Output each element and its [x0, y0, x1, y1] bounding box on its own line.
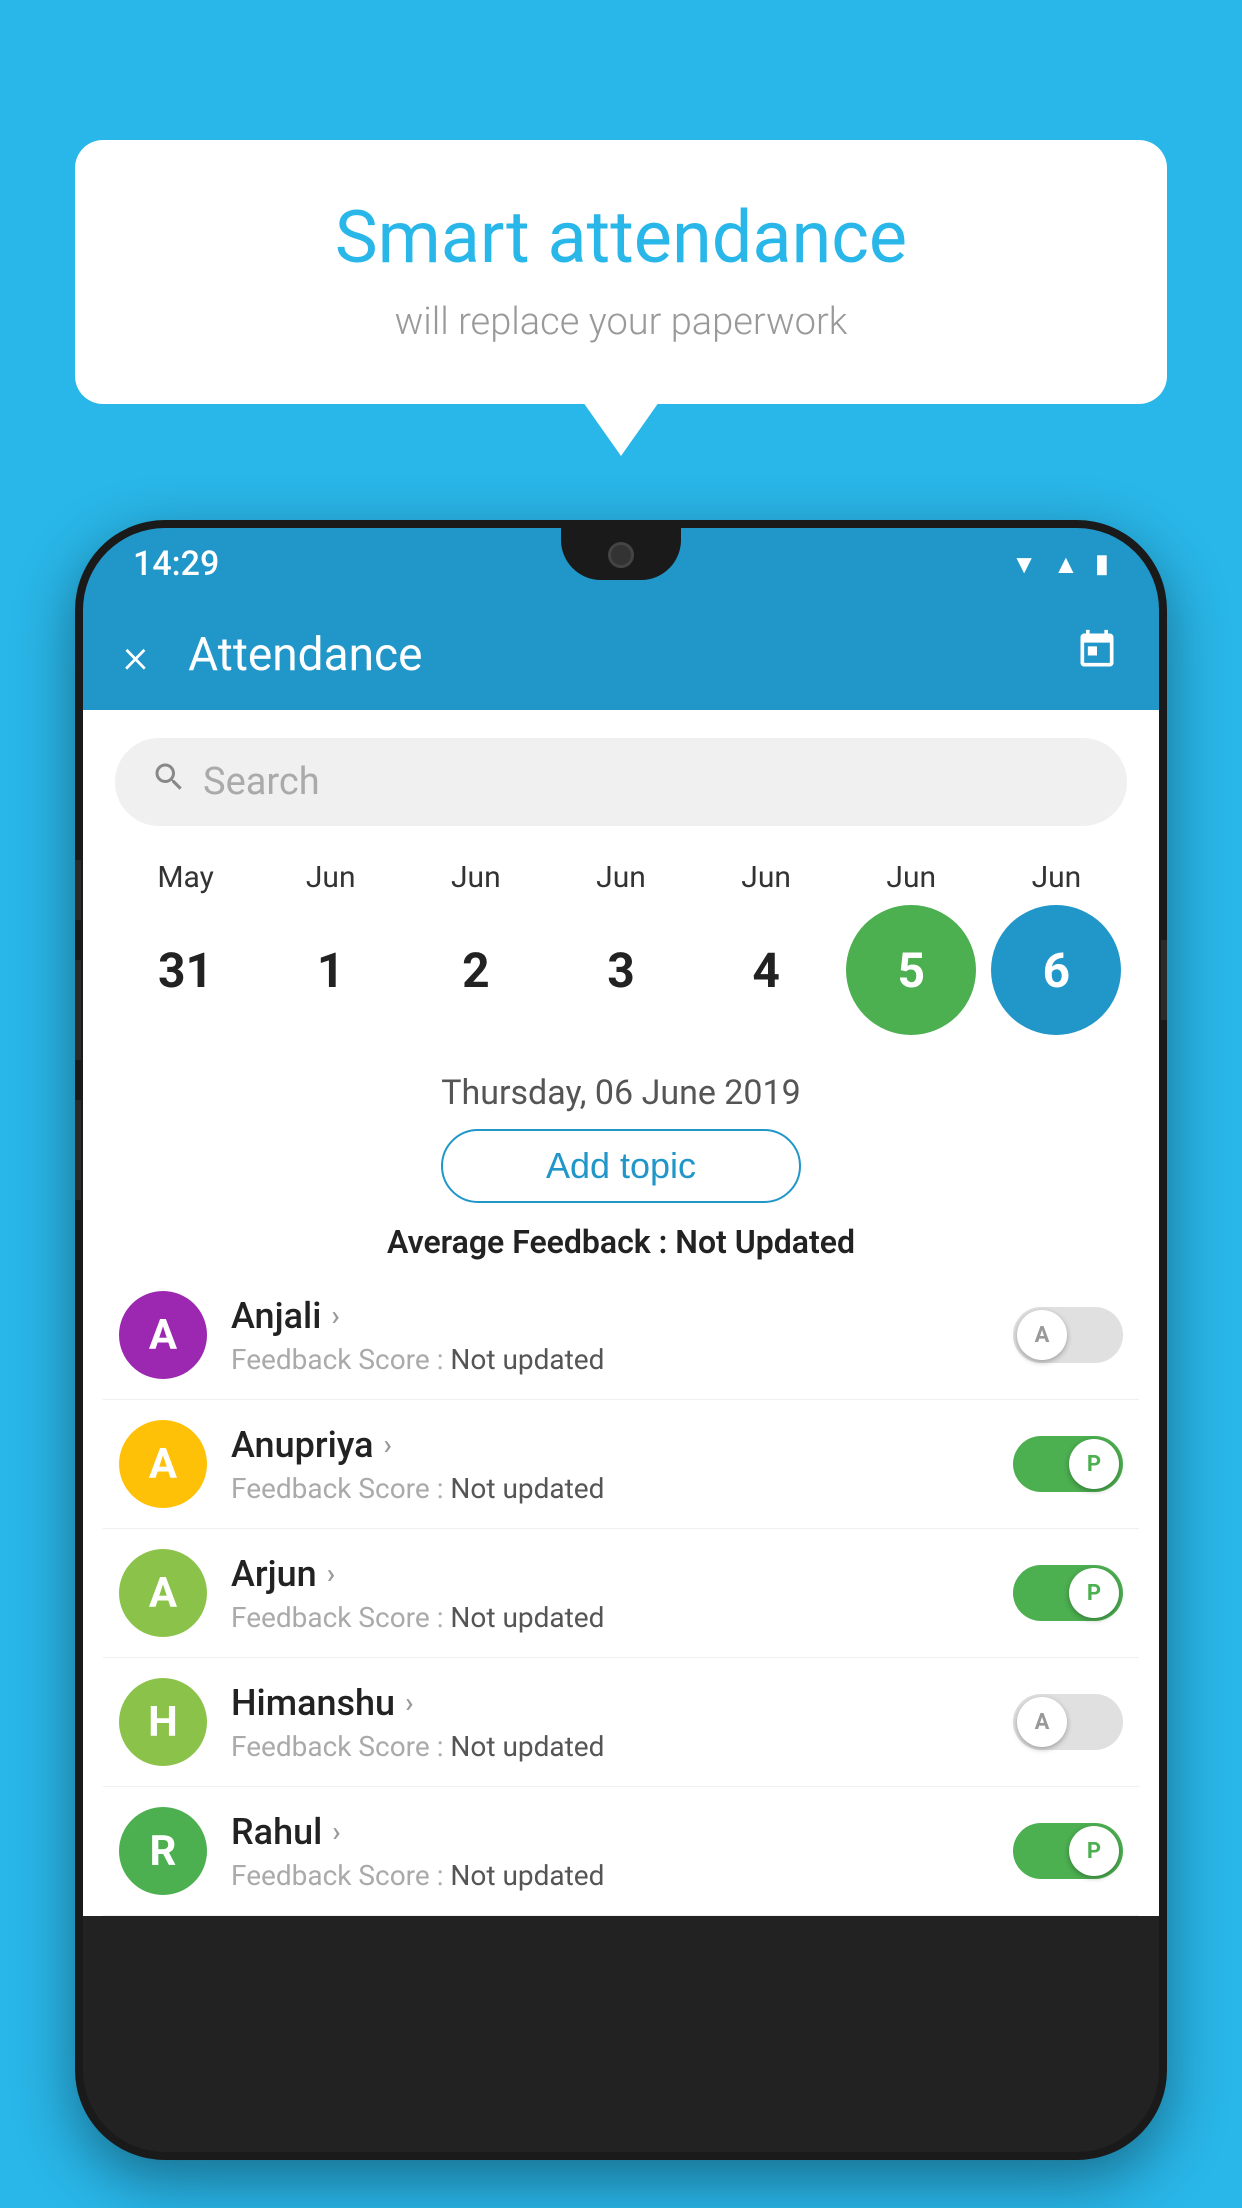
calendar-strip: May Jun Jun Jun Jun Jun Jun 31 1 2 3 4	[83, 850, 1159, 1055]
search-placeholder: Search	[203, 760, 320, 804]
calendar-button[interactable]	[1075, 628, 1119, 682]
calendar-dates: 31 1 2 3 4 5 6	[103, 895, 1139, 1035]
app-bar-title: Attendance	[188, 628, 1075, 682]
student-name: Anjali ›	[231, 1295, 1013, 1337]
student-feedback: Feedback Score : Not updated	[231, 1472, 1013, 1505]
toggle-knob: A	[1017, 1697, 1067, 1747]
cal-month-6: Jun	[991, 860, 1121, 895]
chevron-right-icon: ›	[405, 1686, 413, 1719]
feedback-value: Not updated	[450, 1343, 604, 1376]
student-feedback: Feedback Score : Not updated	[231, 1730, 1013, 1763]
cal-month-3: Jun	[556, 860, 686, 895]
student-name: Himanshu ›	[231, 1682, 1013, 1724]
cal-date-1[interactable]: 1	[266, 905, 396, 1035]
avatar: A	[119, 1291, 207, 1379]
student-name: Arjun ›	[231, 1553, 1013, 1595]
phone-inner: 14:29 ▼ ▲ ▮ × Attendance	[83, 528, 1159, 2152]
avatar: A	[119, 1420, 207, 1508]
avg-feedback: Average Feedback : Not Updated	[83, 1223, 1159, 1261]
feedback-value: Not updated	[450, 1472, 604, 1505]
toggle-knob: P	[1069, 1826, 1119, 1876]
close-button[interactable]: ×	[123, 627, 148, 684]
avatar: H	[119, 1678, 207, 1766]
add-topic-button[interactable]: Add topic	[441, 1129, 801, 1203]
speech-bubble-subtitle: will replace your paperwork	[135, 300, 1107, 344]
cal-month-1: Jun	[266, 860, 396, 895]
student-list: A Anjali › Feedback Score : Not updated …	[83, 1271, 1159, 1916]
cal-date-4[interactable]: 4	[701, 905, 831, 1035]
cal-date-6[interactable]: 6	[991, 905, 1121, 1035]
student-info[interactable]: Himanshu › Feedback Score : Not updated	[231, 1682, 1013, 1763]
notch	[561, 528, 681, 580]
power-button	[1161, 940, 1167, 1020]
student-info[interactable]: Anupriya › Feedback Score : Not updated	[231, 1424, 1013, 1505]
cal-date-3[interactable]: 3	[556, 905, 686, 1035]
volume-down-button	[75, 1100, 81, 1200]
silent-button	[75, 860, 81, 920]
volume-up-button	[75, 960, 81, 1060]
speech-bubble: Smart attendance will replace your paper…	[75, 140, 1167, 404]
selected-date-label: Thursday, 06 June 2019	[83, 1073, 1159, 1113]
cal-month-2: Jun	[411, 860, 541, 895]
student-feedback: Feedback Score : Not updated	[231, 1601, 1013, 1634]
status-icons: ▼ ▲ ▮	[1011, 549, 1109, 580]
chevron-right-icon: ›	[332, 1815, 340, 1848]
student-info[interactable]: Arjun › Feedback Score : Not updated	[231, 1553, 1013, 1634]
wifi-icon: ▼	[1011, 549, 1037, 580]
cal-date-5[interactable]: 5	[846, 905, 976, 1035]
student-name: Anupriya ›	[231, 1424, 1013, 1466]
toggle-knob: P	[1069, 1568, 1119, 1618]
list-item: H Himanshu › Feedback Score : Not update…	[103, 1658, 1139, 1787]
cal-month-0: May	[121, 860, 251, 895]
status-time: 14:29	[133, 544, 219, 584]
attendance-toggle[interactable]: A	[1013, 1307, 1123, 1363]
speech-bubble-title: Smart attendance	[135, 195, 1107, 280]
avatar: A	[119, 1549, 207, 1637]
toggle-knob: A	[1017, 1310, 1067, 1360]
battery-icon: ▮	[1095, 549, 1109, 579]
screen-content: Search May Jun Jun Jun Jun Jun Jun 31	[83, 710, 1159, 1916]
cal-month-4: Jun	[701, 860, 831, 895]
avg-feedback-label: Average Feedback :	[387, 1223, 667, 1261]
list-item: A Arjun › Feedback Score : Not updated P	[103, 1529, 1139, 1658]
signal-icon: ▲	[1053, 549, 1079, 580]
student-feedback: Feedback Score : Not updated	[231, 1859, 1013, 1892]
calendar-months: May Jun Jun Jun Jun Jun Jun	[103, 860, 1139, 895]
phone: 14:29 ▼ ▲ ▮ × Attendance	[75, 520, 1167, 2160]
feedback-value: Not updated	[450, 1601, 604, 1634]
attendance-toggle[interactable]: P	[1013, 1565, 1123, 1621]
search-bar[interactable]: Search	[115, 738, 1127, 826]
avatar: R	[119, 1807, 207, 1895]
cal-date-2[interactable]: 2	[411, 905, 541, 1035]
list-item: A Anupriya › Feedback Score : Not update…	[103, 1400, 1139, 1529]
chevron-right-icon: ›	[331, 1299, 339, 1332]
chevron-right-icon: ›	[384, 1428, 392, 1461]
student-info[interactable]: Rahul › Feedback Score : Not updated	[231, 1811, 1013, 1892]
attendance-toggle[interactable]: P	[1013, 1823, 1123, 1879]
student-name: Rahul ›	[231, 1811, 1013, 1853]
phone-wrapper: 14:29 ▼ ▲ ▮ × Attendance	[75, 520, 1167, 2208]
attendance-toggle[interactable]: A	[1013, 1694, 1123, 1750]
feedback-value: Not updated	[450, 1859, 604, 1892]
list-item: R Rahul › Feedback Score : Not updated P	[103, 1787, 1139, 1916]
camera-icon	[608, 542, 634, 568]
chevron-right-icon: ›	[327, 1557, 335, 1590]
toggle-knob: P	[1069, 1439, 1119, 1489]
cal-date-0[interactable]: 31	[121, 905, 251, 1035]
avg-feedback-value: Not Updated	[675, 1223, 855, 1261]
speech-bubble-wrapper: Smart attendance will replace your paper…	[75, 140, 1167, 404]
attendance-toggle[interactable]: P	[1013, 1436, 1123, 1492]
student-info[interactable]: Anjali › Feedback Score : Not updated	[231, 1295, 1013, 1376]
cal-month-5: Jun	[846, 860, 976, 895]
student-feedback: Feedback Score : Not updated	[231, 1343, 1013, 1376]
feedback-value: Not updated	[450, 1730, 604, 1763]
app-bar: × Attendance	[83, 600, 1159, 710]
search-icon	[151, 759, 187, 805]
list-item: A Anjali › Feedback Score : Not updated …	[103, 1271, 1139, 1400]
